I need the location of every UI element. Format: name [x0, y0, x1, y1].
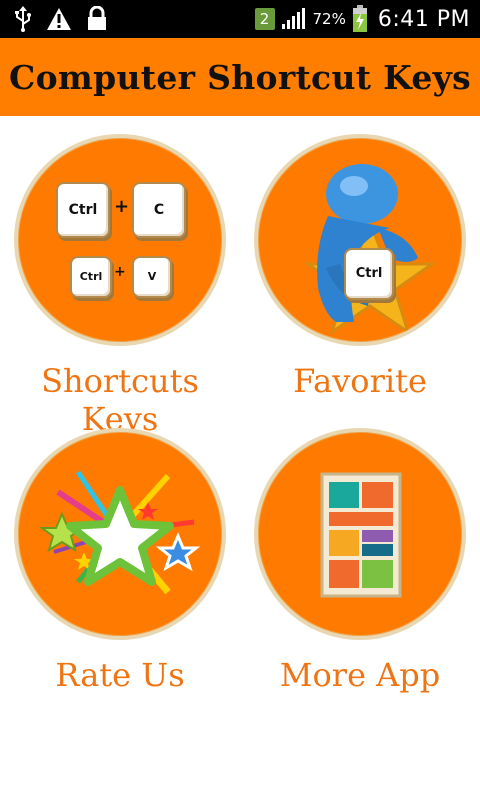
- c-key-icon: C: [132, 182, 186, 238]
- v-key-icon: V: [132, 256, 172, 298]
- menu-item-shortcuts-keys[interactable]: Ctrl + C Ctrl + V Shortcuts Keys: [0, 134, 240, 438]
- ctrl-key-icon: Ctrl: [344, 248, 394, 300]
- battery-charging-icon: [352, 5, 367, 32]
- menu-item-label: Rate Us: [55, 656, 185, 694]
- warning-icon: [47, 8, 71, 30]
- favorite-star-figure-icon: Ctrl: [254, 134, 466, 346]
- menu-item-label: More App: [279, 656, 441, 694]
- app-title: Computer Shortcut Keys: [9, 57, 471, 97]
- clock: 6:41 PM: [377, 6, 470, 32]
- app-tiles-icon: [254, 428, 466, 640]
- signal-icon: [281, 8, 305, 29]
- favorite-figure-icon: [303, 164, 437, 336]
- ctrl-key-icon: Ctrl: [56, 182, 110, 238]
- menu-item-more-app[interactable]: More App: [240, 428, 480, 708]
- menu-item-label: Favorite: [293, 362, 427, 400]
- tablet-tiles-graphic: [320, 472, 402, 598]
- sim-badge: 2: [254, 8, 275, 30]
- lock-icon: [88, 6, 106, 30]
- plus-sign: +: [114, 264, 126, 280]
- status-left-icons: [14, 6, 108, 32]
- rate-stars-icon: [14, 428, 226, 640]
- menu-item-label: Shortcuts Keys: [41, 362, 199, 438]
- app-bar: Computer Shortcut Keys: [0, 38, 480, 116]
- battery-percent: 72%: [312, 10, 346, 28]
- rate-stars-graphic: [38, 470, 201, 595]
- menu-item-favorite[interactable]: Ctrl Favorite: [240, 134, 480, 414]
- status-bar: 2 72% 6:41 PM: [0, 0, 480, 38]
- usb-icon: [15, 6, 31, 32]
- status-right-icons: 2 72% 6:41 PM: [254, 0, 471, 38]
- plus-sign: +: [114, 196, 130, 217]
- ctrl-key-icon: Ctrl: [70, 256, 112, 298]
- keyboard-shortcut-icon: Ctrl + C Ctrl + V: [14, 134, 226, 346]
- menu-item-rate-us[interactable]: Rate Us: [0, 428, 240, 708]
